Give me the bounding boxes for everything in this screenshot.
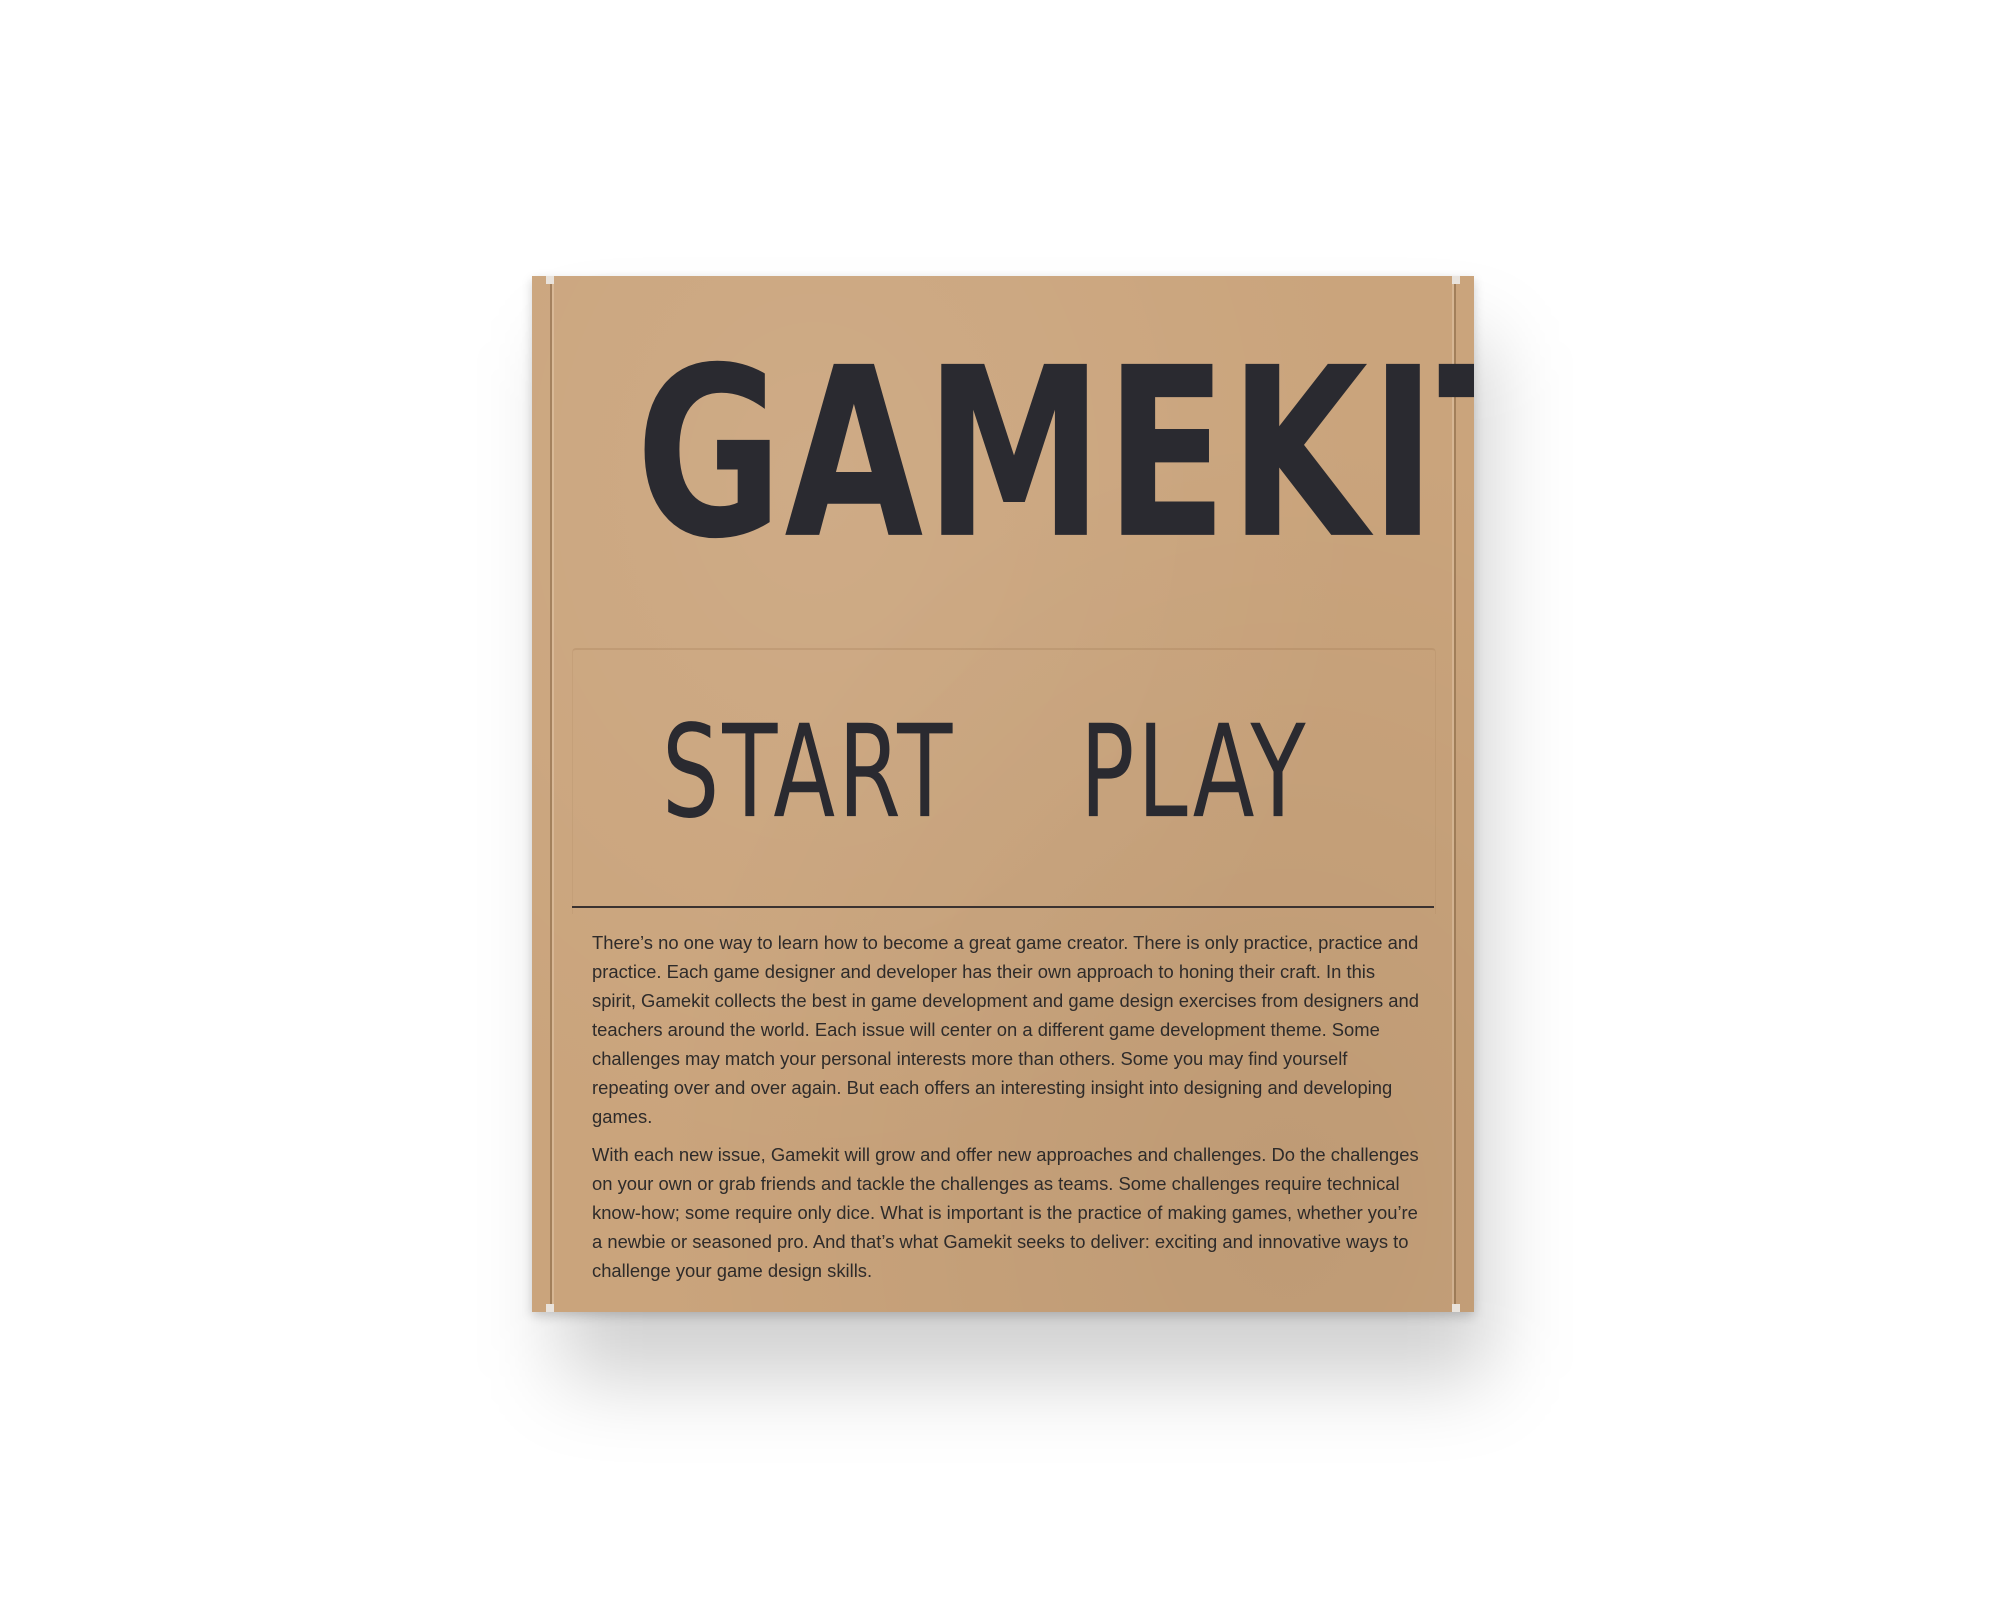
description-paragraph: With each new issue, Gamekit will grow a… xyxy=(592,1144,1419,1281)
corner-notch xyxy=(1452,1304,1460,1312)
gamekit-box: GAMEKIT START PLAY There’s no one way to… xyxy=(532,276,1474,1312)
tagline-play: PLAY xyxy=(1080,697,1309,847)
description-paragraph: There’s no one way to learn how to becom… xyxy=(592,932,1419,1127)
corner-notch xyxy=(1452,276,1460,284)
divider-rule xyxy=(572,906,1434,908)
corner-notch xyxy=(546,1304,554,1312)
tagline-row: START PLAY xyxy=(532,708,1474,848)
tagline-start: START xyxy=(662,697,956,847)
box-title: GAMEKIT xyxy=(635,318,1474,591)
box-description: There’s no one way to learn how to becom… xyxy=(592,928,1420,1294)
corner-notch xyxy=(546,276,554,284)
